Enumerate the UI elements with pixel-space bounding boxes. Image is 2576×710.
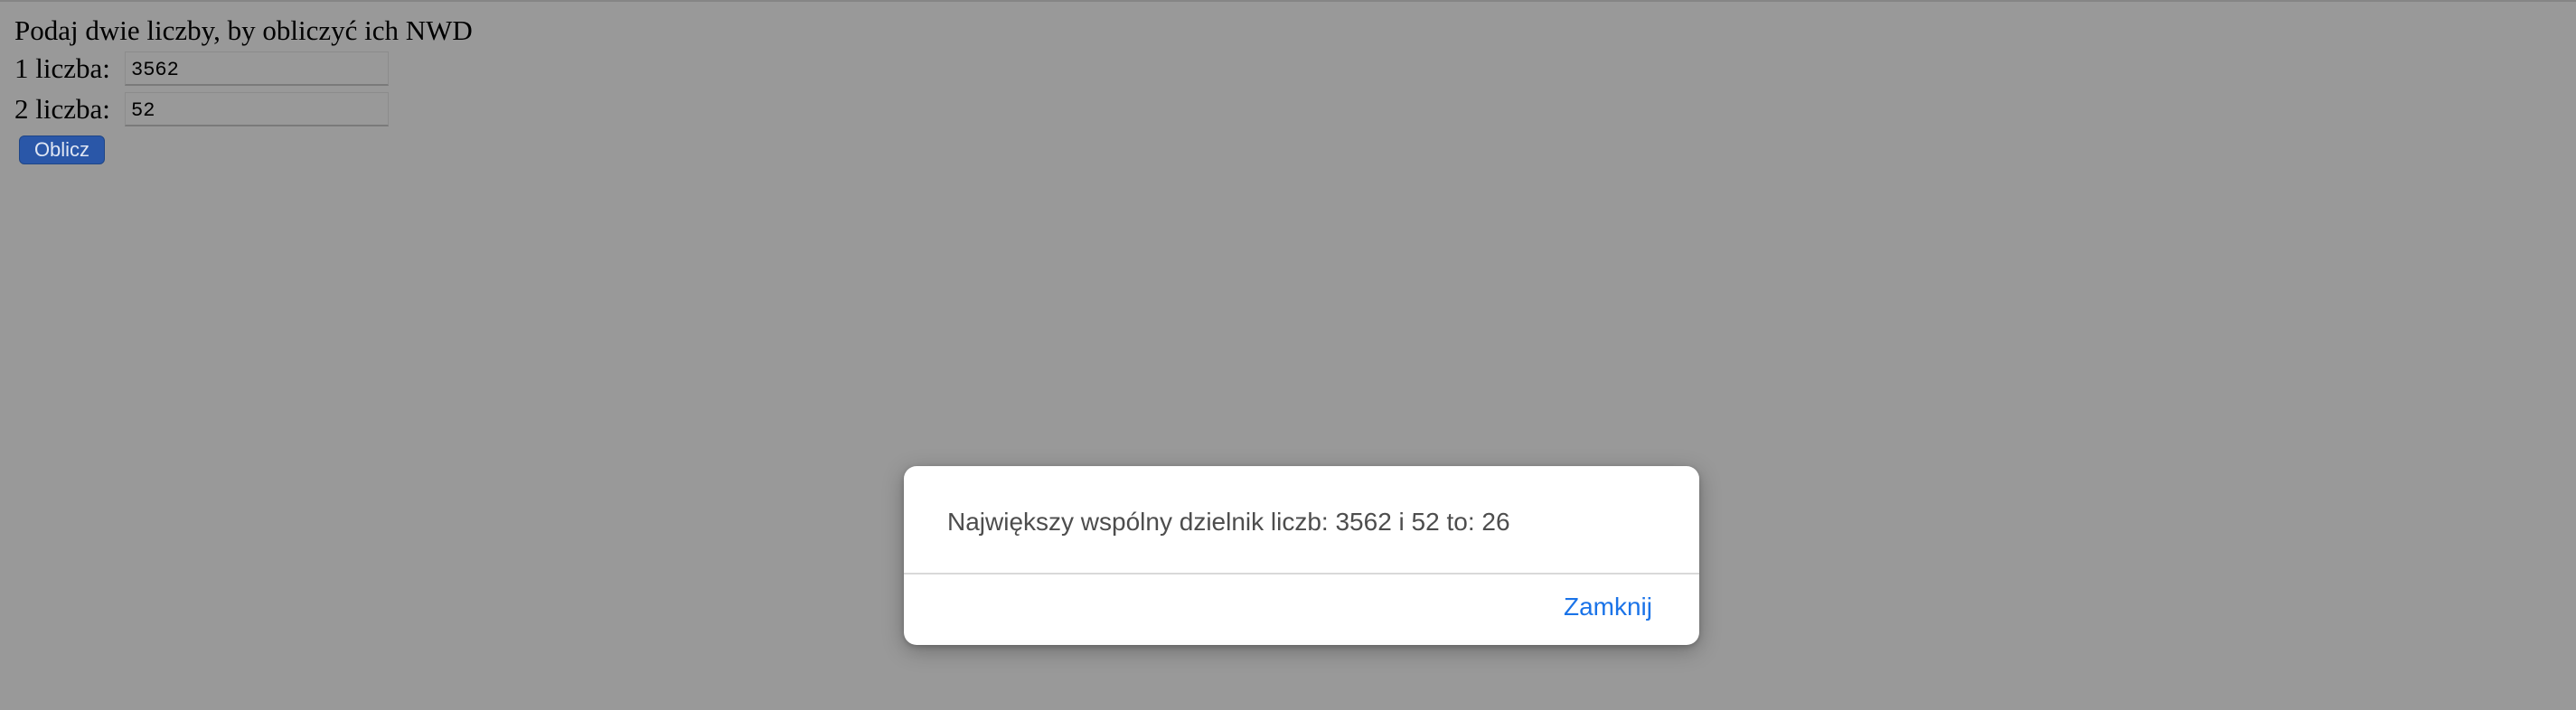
- page-heading: Podaj dwie liczby, by obliczyć ich NWD: [14, 14, 473, 46]
- field2-label: 2 liczba:: [14, 93, 110, 125]
- field-row-2: 2 liczba:: [14, 90, 389, 128]
- field1-label: 1 liczba:: [14, 52, 110, 84]
- field1-input[interactable]: [125, 51, 389, 86]
- alert-dialog: Największy wspólny dzielnik liczb: 3562 …: [904, 466, 1699, 645]
- field2-input[interactable]: [125, 92, 389, 126]
- close-button[interactable]: Zamknij: [1564, 591, 1652, 623]
- field-row-1: 1 liczba:: [14, 50, 389, 88]
- dialog-message: Największy wspólny dzielnik liczb: 3562 …: [947, 508, 1510, 536]
- page: Podaj dwie liczby, by obliczyć ich NWD 1…: [0, 0, 2576, 710]
- dialog-divider: [904, 573, 1699, 575]
- calculate-button[interactable]: Oblicz: [19, 135, 105, 164]
